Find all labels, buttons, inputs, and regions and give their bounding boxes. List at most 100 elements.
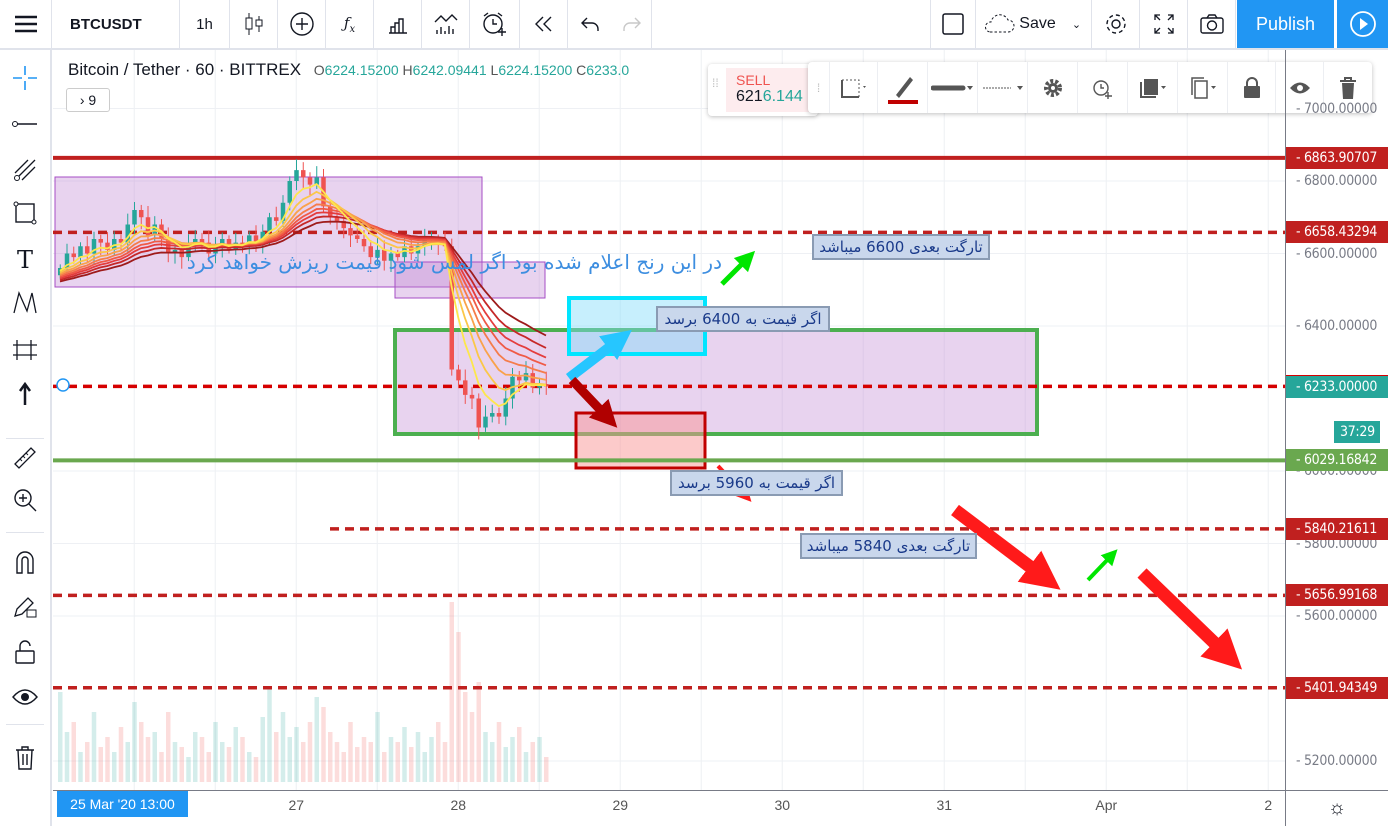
price-tag: - 6029.16842	[1286, 449, 1388, 472]
indicators-toggle[interactable]: › 9	[66, 88, 110, 112]
fullscreen-button[interactable]	[1140, 0, 1188, 48]
line-color-button[interactable]	[878, 62, 928, 113]
volume-bar	[193, 732, 198, 782]
price-axis[interactable]: - 7000.00000 - 6800.00000 - 6600.00000 - 64…	[1285, 50, 1388, 790]
zoom-in-tool[interactable]	[0, 480, 50, 520]
drag-handle-icon[interactable]: ⁞	[808, 62, 830, 113]
trend-line-tool[interactable]	[0, 104, 50, 144]
cloud-icon	[985, 14, 1015, 33]
time-axis[interactable]: 25 Mar '20 13:00 27 28 29 30 31 Apr 2	[53, 790, 1285, 826]
rectangle-tool[interactable]	[0, 193, 50, 233]
publish-button[interactable]: Publish	[1237, 0, 1336, 48]
template-button[interactable]	[830, 62, 878, 113]
note-if-6400[interactable]: اگر قیمت به 6400 برسد	[656, 306, 830, 332]
alarm-clock-icon	[1092, 79, 1112, 99]
open-value: 6224.15200	[324, 62, 399, 78]
volume-bar	[429, 737, 434, 782]
fib-tool[interactable]	[0, 150, 50, 190]
volume-bar	[314, 697, 319, 782]
candle-body	[517, 376, 522, 381]
price-tick: - 5200.00000	[1296, 753, 1378, 769]
compare-button[interactable]	[278, 0, 326, 48]
note-target-5840[interactable]: تارگت بعدی 5840 میباشد	[800, 533, 977, 559]
crosshair-tool[interactable]	[0, 58, 50, 98]
volume-bar	[301, 742, 306, 782]
arrow-up-green-2[interactable]	[1086, 549, 1118, 582]
drawing-alert-button[interactable]	[1078, 62, 1128, 113]
camera-icon	[1199, 14, 1224, 34]
lock-drawing-mode[interactable]	[0, 586, 50, 626]
line-style-icon	[982, 85, 1023, 90]
settings-button[interactable]	[1092, 0, 1140, 48]
hamburger-icon	[14, 15, 37, 33]
volume-bar	[233, 727, 238, 782]
volume-bar	[530, 742, 535, 782]
indicators-button[interactable]: ƒx	[326, 0, 374, 48]
zoom-in-icon	[14, 489, 37, 512]
stream-button[interactable]	[1337, 0, 1388, 48]
drag-handle-icon[interactable]: ⁞⁞	[712, 77, 719, 89]
alert-button[interactable]	[470, 0, 520, 48]
annotation-main-text[interactable]: در این رنج اعلام شده بود اگر لمس شود قیم…	[172, 250, 722, 274]
volume-bar	[328, 732, 333, 782]
magnet-tool[interactable]	[0, 542, 50, 582]
candle-body	[78, 246, 83, 258]
chart-settings-button[interactable]: ☼	[1285, 790, 1388, 826]
chart-type-button[interactable]	[230, 0, 278, 48]
interval-button[interactable]: 1h	[180, 0, 230, 48]
time-tick: 30	[774, 797, 791, 813]
line-style-button[interactable]	[978, 62, 1028, 113]
price-tick: - 6400.00000	[1296, 318, 1378, 334]
replay-button[interactable]	[520, 0, 568, 48]
range-box-green[interactable]	[393, 328, 1039, 436]
volume-bar	[321, 707, 326, 782]
arrow-up-green[interactable]	[720, 250, 756, 286]
snapshot-button[interactable]	[1188, 0, 1236, 48]
lock-all-drawings[interactable]	[0, 632, 50, 672]
high-value: 6242.09441	[412, 62, 487, 78]
prediction-tool[interactable]	[0, 330, 50, 370]
hide-drawings[interactable]	[0, 677, 50, 717]
volume-bar	[112, 752, 117, 782]
save-dropdown[interactable]: ⌄	[1062, 0, 1092, 48]
drawing-settings-button[interactable]	[1028, 62, 1078, 113]
price-tag: - 5840.21611	[1286, 517, 1388, 540]
layout-button[interactable]	[930, 0, 976, 48]
symbol-search[interactable]: BTCUSDT	[52, 0, 180, 48]
price-tag: - 5401.94349	[1286, 676, 1388, 699]
pattern-tool[interactable]	[0, 283, 50, 323]
clone-button[interactable]	[1178, 62, 1228, 113]
volume-bar	[274, 732, 279, 782]
save-button[interactable]: Save	[976, 0, 1062, 48]
volume-bar	[422, 752, 427, 782]
lock-button[interactable]	[1228, 62, 1276, 113]
templates-button[interactable]	[374, 0, 422, 48]
undo-button[interactable]	[568, 0, 612, 48]
arrow-red-big-2[interactable]	[1137, 568, 1243, 670]
volume-bar	[476, 682, 481, 782]
volume-bar	[125, 742, 130, 782]
volume-bar	[483, 732, 488, 782]
candle-body	[301, 170, 306, 178]
financials-button[interactable]	[422, 0, 470, 48]
text-tool[interactable]: T	[0, 240, 50, 280]
line-width-button[interactable]	[928, 62, 978, 113]
volume-bar	[537, 737, 542, 782]
volume-bar	[91, 712, 97, 782]
visual-order-button[interactable]	[1128, 62, 1178, 113]
line-handle[interactable]	[56, 378, 70, 392]
volume-bar	[71, 722, 76, 782]
volume-bar	[294, 727, 299, 782]
remove-drawings[interactable]	[0, 738, 50, 778]
price-chart[interactable]	[53, 50, 1285, 790]
note-if-5960[interactable]: اگر قیمت به 5960 برسد	[670, 470, 843, 496]
candle-body	[490, 413, 495, 417]
sell-button[interactable]: SELL 6216.144	[726, 68, 816, 112]
note-target-6600[interactable]: تارگت بعدی 6600 میباشد	[812, 234, 990, 260]
menu-button[interactable]	[0, 0, 52, 48]
unlock-icon	[15, 640, 35, 664]
measure-tool[interactable]	[0, 438, 50, 478]
arrow-tool[interactable]	[0, 374, 50, 414]
redo-button[interactable]	[612, 0, 652, 48]
open-label: O	[313, 62, 325, 78]
